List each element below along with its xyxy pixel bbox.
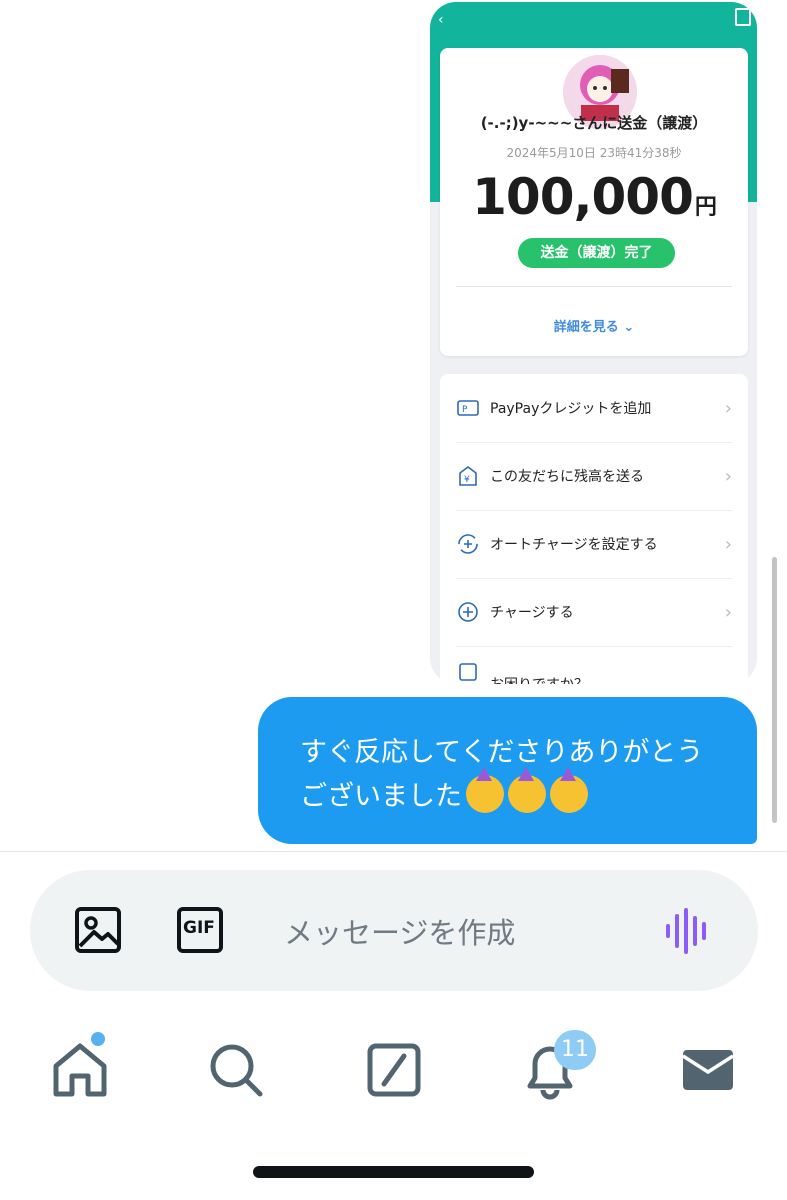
receipt-title: (-.-;)y-~~~さんに送金（譲渡）: [480, 114, 708, 132]
gif-label: GIF: [183, 918, 215, 938]
menu-label: オートチャージを設定する: [490, 537, 658, 553]
grok-tab-icon[interactable]: [364, 1040, 424, 1100]
home-tab-icon[interactable]: [50, 1040, 110, 1100]
chevron-right-icon: ›: [724, 465, 732, 487]
menu-item-charge: チャージする ›: [456, 578, 732, 647]
gif-button[interactable]: GIF: [176, 906, 224, 954]
chevron-right-icon: ›: [724, 397, 732, 419]
menu-item-add-credit: P PayPayクレジットを追加 ›: [456, 374, 732, 443]
home-indicator: [253, 1166, 534, 1178]
svg-text:P: P: [462, 405, 468, 415]
chevron-right-icon: ›: [724, 601, 732, 623]
divider: [0, 851, 787, 852]
svg-text:¥: ¥: [464, 475, 470, 485]
menu-label: お困りですか？: [490, 674, 588, 684]
help-icon: [456, 660, 480, 684]
menu-item-help: お困りですか？: [456, 646, 732, 684]
receipt-amount: 100,000円: [440, 168, 748, 226]
partying-face-emoji: [508, 767, 546, 813]
auto-charge-icon: [456, 532, 480, 556]
notification-count-badge: 11: [554, 1030, 596, 1070]
paypay-card-icon: P: [456, 396, 480, 420]
menu-label: この友だちに残高を送る: [490, 469, 644, 485]
partying-face-emoji: [550, 767, 588, 813]
scrollbar[interactable]: [772, 557, 777, 823]
plus-circle-icon: [456, 600, 480, 624]
share-icon: [735, 8, 751, 26]
menu-item-auto-charge: オートチャージを設定する ›: [456, 510, 732, 579]
shared-image[interactable]: ‹ (-.-;)y-~~~さんに送金（譲渡） 2024年5月10日 23時41分…: [430, 2, 757, 684]
menu-item-send-balance: ¥ この友だちに残高を送る ›: [456, 442, 732, 511]
message-input[interactable]: メッセージを作成: [284, 910, 515, 952]
receipt-datetime: 2024年5月10日 23時41分38秒: [506, 146, 682, 160]
home-unread-dot: [91, 1032, 105, 1046]
details-link: 詳細を見る ⌄: [440, 316, 748, 335]
yen-send-icon: ¥: [456, 464, 480, 488]
sent-message-bubble[interactable]: すぐ反応してくださりありがとうございました: [258, 697, 757, 844]
image-icon[interactable]: [74, 906, 122, 954]
details-link-label: 詳細を見る: [553, 320, 619, 335]
voice-message-icon[interactable]: [664, 908, 712, 956]
menu-label: チャージする: [490, 605, 574, 621]
status-badge: 送金（譲渡）完了: [518, 238, 675, 268]
chevron-down-icon: ⌄: [623, 320, 635, 335]
divider: [456, 286, 732, 287]
partying-face-emoji: [466, 767, 504, 813]
messages-tab-icon[interactable]: [678, 1040, 738, 1100]
chevron-left-icon: ‹: [438, 12, 444, 28]
currency-label: 円: [694, 195, 717, 220]
amount-value: 100,000: [472, 168, 694, 226]
search-tab-icon[interactable]: [206, 1040, 266, 1100]
menu-label: PayPayクレジットを追加: [490, 401, 652, 417]
message-composer: GIF メッセージを作成: [30, 870, 758, 991]
chevron-right-icon: ›: [724, 533, 732, 555]
action-menu: P PayPayクレジットを追加 › ¥ この友だちに残高を送る › オートチャ…: [440, 374, 748, 684]
receipt-card: (-.-;)y-~~~さんに送金（譲渡） 2024年5月10日 23時41分38…: [440, 48, 748, 356]
